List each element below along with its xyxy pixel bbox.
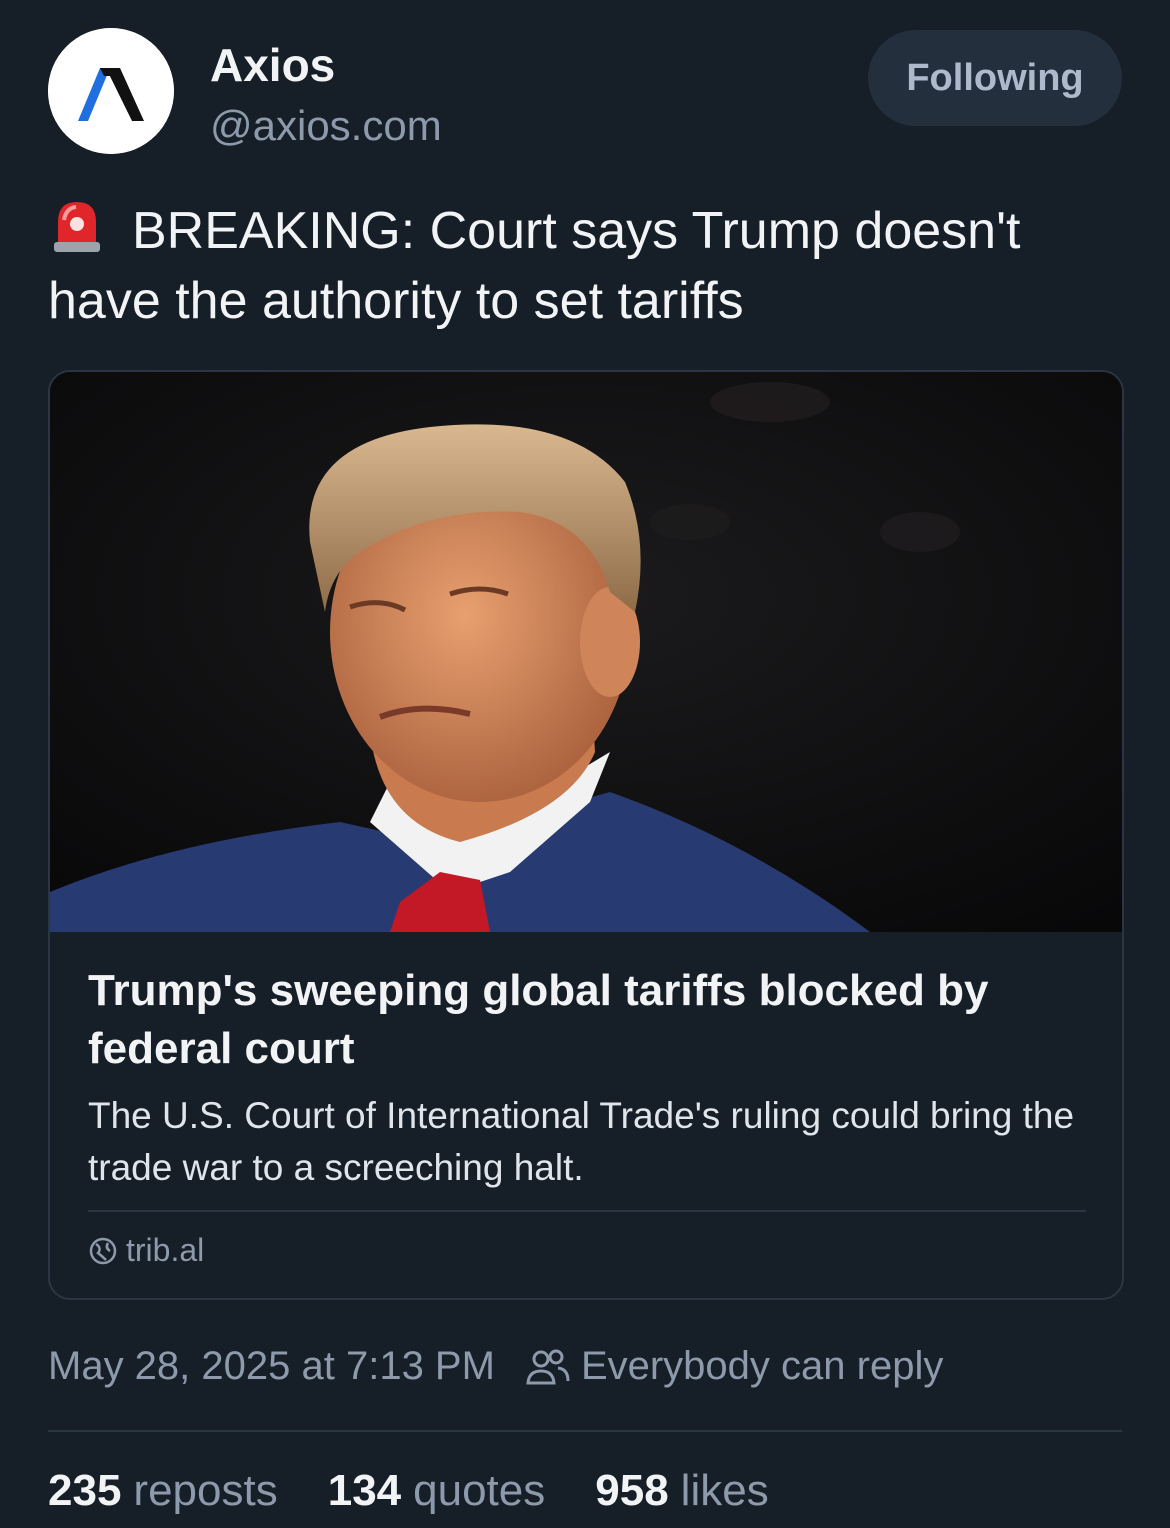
likes-stat[interactable]: 958 likes (595, 1466, 768, 1516)
link-card[interactable]: Trump's sweeping global tariffs blocked … (48, 370, 1124, 1300)
author-handle[interactable]: @axios.com (210, 102, 442, 150)
axios-logo-icon (48, 28, 174, 154)
article-title: Trump's sweeping global tariffs blocked … (88, 966, 989, 1073)
quotes-label: quotes (413, 1466, 546, 1515)
card-divider (88, 1210, 1086, 1212)
reposts-label: reposts (133, 1466, 278, 1515)
domain-label: trib.al (126, 1232, 205, 1268)
article-description: The U.S. Court of International Trade's … (88, 1095, 1075, 1188)
reply-setting: Everybody can reply (525, 1344, 943, 1389)
avatar[interactable] (48, 28, 174, 154)
article-image (50, 372, 1122, 932)
post-body: BREAKING: Court says Trump doesn't have … (48, 202, 1021, 330)
timestamp[interactable]: May 28, 2025 at 7:13 PM (48, 1344, 495, 1389)
reposts-count: 235 (48, 1466, 122, 1515)
likes-label: likes (680, 1466, 769, 1515)
quotes-stat[interactable]: 134 quotes (328, 1466, 546, 1516)
post-stats: 235 reposts 134 quotes 958 likes (48, 1466, 769, 1516)
reposts-stat[interactable]: 235 reposts (48, 1466, 278, 1516)
author-name[interactable]: Axios (210, 38, 335, 92)
post-text: BREAKING: Court says Trump doesn't have … (48, 196, 1128, 336)
quotes-count: 134 (327, 1466, 402, 1515)
people-icon (526, 1349, 570, 1384)
article-domain: trib.al (88, 1232, 204, 1269)
likes-count: 958 (595, 1466, 669, 1515)
stats-divider (48, 1430, 1122, 1432)
rotating-light-icon (54, 202, 100, 252)
globe-icon (89, 1237, 117, 1264)
post-header: Axios @axios.com Following (48, 28, 1122, 158)
following-button[interactable]: Following (868, 30, 1122, 126)
post-meta: May 28, 2025 at 7:13 PM Everybody can re… (48, 1344, 943, 1389)
reply-setting-label: Everybody can reply (580, 1344, 944, 1388)
